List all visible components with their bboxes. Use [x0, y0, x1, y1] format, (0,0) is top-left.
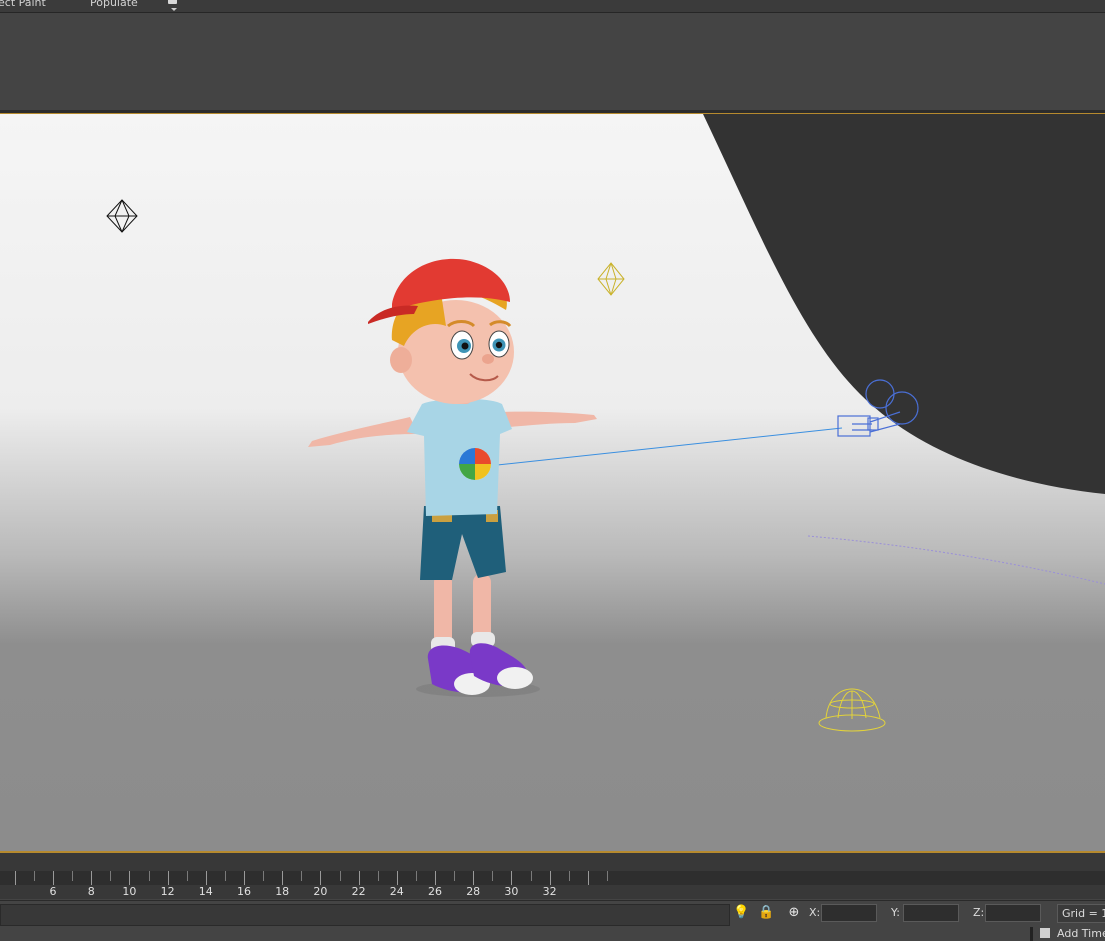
- timeline-tick: [244, 871, 245, 885]
- y-coord-input[interactable]: [903, 904, 959, 922]
- lock-icon[interactable]: 🔒: [758, 905, 774, 921]
- ribbon-tab-bar: ect Paint Populate: [0, 0, 1105, 13]
- perspective-viewport[interactable]: [0, 114, 1105, 851]
- timeline-tick: [72, 871, 74, 881]
- timeline-tick: [320, 871, 322, 885]
- timeline-tick: [110, 871, 112, 881]
- timeline-frame-label: 24: [389, 885, 404, 898]
- timeline-frame-label: 16: [237, 885, 251, 898]
- timeline-tick: [53, 871, 54, 885]
- timeline-frame-label: 28: [466, 885, 481, 898]
- timeline-tick: [473, 871, 475, 885]
- timeline-tick: [148, 871, 150, 881]
- tab-object-paint[interactable]: ect Paint: [0, 0, 46, 9]
- character-model: [308, 258, 597, 697]
- timeline-frame-label: 14: [198, 885, 213, 898]
- timeline-tick: [511, 871, 513, 885]
- timeline-tick: [129, 871, 131, 885]
- status-divider: [1030, 927, 1033, 941]
- time-slider-track[interactable]: 6 8 10 12 14 16 18 20 22 24 26 28 30 32: [0, 853, 1105, 899]
- timeline-frame-label: 12: [160, 885, 175, 898]
- ribbon-panel: [0, 13, 1105, 110]
- spline-path: [807, 535, 1105, 585]
- light-bulb-icon[interactable]: 💡: [733, 905, 749, 921]
- timeline-tick: [263, 871, 265, 881]
- timeline-tick: [415, 871, 417, 881]
- viewport-scene: [106, 114, 1105, 732]
- timeline-frame-label: 32: [542, 885, 557, 898]
- skylight-wireframe: [818, 688, 886, 732]
- timeline-frame-label: 10: [122, 885, 137, 898]
- y-coord-label: Y:: [891, 906, 900, 919]
- tab-populate[interactable]: Populate: [90, 0, 138, 9]
- timeline-tick: [224, 871, 226, 881]
- timeline-tick: [435, 871, 436, 885]
- timeline-tick: [205, 871, 207, 885]
- maxscript-listener-field[interactable]: [0, 904, 730, 926]
- timeline-tick: [568, 871, 570, 881]
- timeline-tick: [587, 871, 589, 885]
- timeline-tick: [454, 871, 456, 881]
- timeline-tick: [606, 871, 608, 881]
- timeline-tick: [91, 871, 93, 885]
- z-coord-label: Z:: [973, 906, 985, 919]
- add-time-tag-button[interactable]: Add Time Tag: [1040, 927, 1105, 941]
- viewport-dropdown-icon[interactable]: [168, 0, 182, 11]
- timeline-tick: [301, 871, 303, 881]
- selection-transform-icon[interactable]: ⊕: [786, 905, 802, 921]
- timeline-tick: [186, 871, 188, 881]
- camera-target-line: [487, 427, 843, 467]
- timeline-frame-label: 6: [49, 885, 57, 898]
- timeline-frame-label: 26: [428, 885, 442, 898]
- timeline-tick: [358, 871, 360, 885]
- timeline-tick: [282, 871, 284, 885]
- track-bar[interactable]: [0, 871, 1105, 885]
- x-coord-input[interactable]: [821, 904, 877, 922]
- timeline-frame-label: 20: [313, 885, 328, 898]
- time-tag-icon: [1040, 928, 1050, 938]
- status-bar: 💡 🔒 ⊕ X: Y: Z: Grid = 10 Add Time Tag: [0, 900, 1105, 941]
- timeline-tick: [549, 871, 551, 885]
- grid-spacing-display: Grid = 10: [1057, 904, 1105, 923]
- timeline-tick: [33, 871, 35, 881]
- z-coord-input[interactable]: [985, 904, 1041, 922]
- timeline-tick: [167, 871, 169, 885]
- x-coord-label: X:: [809, 906, 821, 919]
- timeline-tick: [377, 871, 379, 881]
- point-helper-yellow: [597, 262, 625, 296]
- timeline-tick: [396, 871, 398, 885]
- timeline-frame-label: 8: [87, 885, 95, 898]
- timeline-frame-label: 30: [504, 885, 519, 898]
- dark-backdrop-curve: [703, 114, 1105, 494]
- timeline-tick: [492, 871, 494, 881]
- add-time-tag-label: Add Time Tag: [1057, 927, 1105, 940]
- timeline-frame-label: 22: [351, 885, 366, 898]
- timeline-frame-label: 18: [275, 885, 290, 898]
- timeline-tick: [14, 871, 16, 885]
- point-helper-black: [106, 199, 138, 233]
- timeline-tick: [339, 871, 341, 881]
- timeline-tick: [530, 871, 532, 881]
